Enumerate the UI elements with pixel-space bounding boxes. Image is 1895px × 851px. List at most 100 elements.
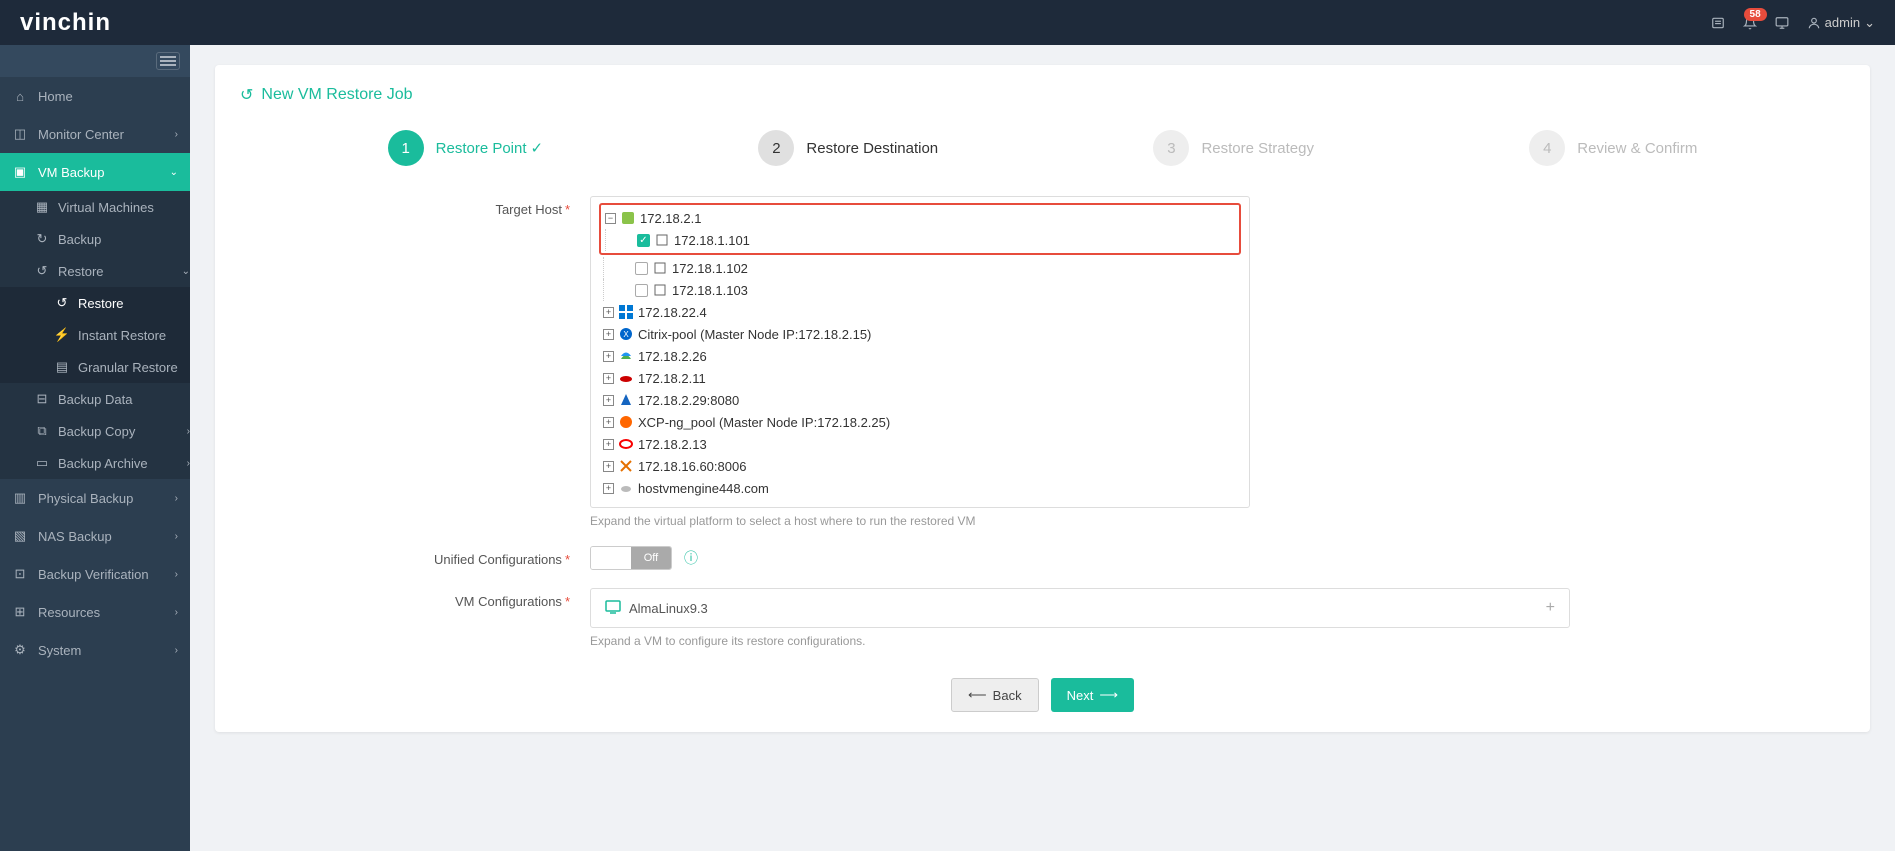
oracle-icon [618,437,634,451]
step-number: 3 [1153,130,1189,166]
node-label: 172.18.1.103 [672,283,748,298]
nav-backup[interactable]: ↻Backup [0,223,190,255]
citrix-icon: X [618,327,634,341]
row-vm-config: VM Configurations* AlmaLinux9.3 + Expand… [240,588,1845,648]
expand-icon[interactable]: + [603,395,614,406]
step-label: Review & Confirm [1577,140,1697,157]
row-unified-config: Unified Configurations* Off ⓘ [240,546,1845,570]
expand-icon[interactable]: + [603,483,614,494]
tree-connector [603,279,631,301]
tree-connector [605,229,633,251]
nav-home[interactable]: ⌂Home [0,77,190,115]
chevron-down-icon: ⌄ [170,167,178,178]
step-label: Restore Destination [806,140,938,157]
expand-icon[interactable]: + [603,373,614,384]
nav-resources[interactable]: ⊞Resources› [0,593,190,631]
nav-vm-backup[interactable]: ▣ VM Backup ⌄ [0,153,190,191]
tree-node[interactable]: +172.18.2.11 [603,367,1237,389]
chevron-right-icon: › [175,645,178,656]
vm-icon: ▣ [12,164,28,180]
vm-icon [605,600,621,617]
tree-node[interactable]: +172.18.2.26 [603,345,1237,367]
step-restore-point[interactable]: 1 Restore Point✓ [388,130,543,166]
expand-icon[interactable]: + [603,329,614,340]
tree-node[interactable]: +hostvmengine448.com [603,477,1237,499]
nav-restore[interactable]: ↺Restore⌄ [0,255,190,287]
expand-icon[interactable]: + [603,307,614,318]
main-content: ↺ New VM Restore Job 1 Restore Point✓ 2 … [190,45,1895,851]
checkbox-checked[interactable]: ✓ [637,234,650,247]
check-icon: ✓ [531,140,544,157]
chevron-right-icon: › [175,569,178,580]
nav-backup-copy[interactable]: ⧉Backup Copy› [0,415,190,447]
label-target-host: Target Host* [240,196,590,528]
nav-label: VM Backup [38,165,104,180]
notification-icon[interactable]: 58 [1743,16,1757,30]
chevron-right-icon: › [175,531,178,542]
tree-node[interactable]: + X Citrix-pool (Master Node IP:172.18.2.1… [603,323,1237,345]
tree-node[interactable]: +172.18.2.29:8080 [603,389,1237,411]
expand-icon[interactable]: + [603,351,614,362]
nav-physical-backup[interactable]: ▥Physical Backup› [0,479,190,517]
restore-icon: ↺ [240,85,253,105]
nav-restore-sub[interactable]: ↺Restore [0,287,190,319]
label-text: Unified Configurations [434,552,562,567]
top-header: vinchin 58 admin ⌄ [0,0,1895,45]
nav-label: Backup Archive [58,456,148,471]
tree-node-child[interactable]: ✓ 172.18.1.101 [605,229,1235,251]
checkbox[interactable] [635,284,648,297]
expand-icon[interactable]: + [603,461,614,472]
back-button[interactable]: ⟵ Back [951,678,1039,712]
expand-plus-icon[interactable]: + [1546,599,1555,617]
list-icon[interactable] [1711,16,1725,30]
restore-icon: ↺ [34,263,50,279]
check-icon: ⊡ [12,566,28,582]
tree-node[interactable]: +XCP-ng_pool (Master Node IP:172.18.2.25… [603,411,1237,433]
sidebar: ⌂Home ◫Monitor Center› ▣ VM Backup ⌄ ▦ Virt… [0,45,190,851]
nav-system[interactable]: ⚙System› [0,631,190,669]
username: admin [1825,15,1860,30]
title-text: New VM Restore Job [261,86,412,104]
user-menu[interactable]: admin ⌄ [1807,15,1875,31]
button-label: Back [993,688,1022,703]
chevron-down-icon: ⌄ [1864,15,1875,31]
tree-node-child[interactable]: 172.18.1.103 [603,279,1237,301]
step-restore-strategy[interactable]: 3 Restore Strategy [1153,130,1314,166]
nav-backup-verification[interactable]: ⊡Backup Verification› [0,555,190,593]
step-label: Restore Point✓ [436,139,543,157]
tree-node-child[interactable]: 172.18.1.102 [603,257,1237,279]
sidebar-toggle[interactable] [0,45,190,77]
page-title: ↺ New VM Restore Job [240,85,1845,105]
collapse-icon[interactable]: − [605,213,616,224]
node-label: Citrix-pool (Master Node IP:172.18.2.15) [638,327,871,342]
nav-instant-restore[interactable]: ⚡Instant Restore [0,319,190,351]
nav-backup-archive[interactable]: ▭Backup Archive› [0,447,190,479]
step-review-confirm[interactable]: 4 Review & Confirm [1529,130,1697,166]
tree-node[interactable]: +172.18.2.13 [603,433,1237,455]
expand-icon[interactable]: + [603,439,614,450]
tree-node[interactable]: +172.18.16.60:8006 [603,455,1237,477]
tree-node-root[interactable]: − 172.18.2.1 [605,207,1235,229]
info-icon[interactable]: ⓘ [684,548,698,568]
toggle-unified-config[interactable]: Off [590,546,672,570]
checkbox[interactable] [635,262,648,275]
tree-connector [603,257,631,279]
nav-nas-backup[interactable]: ▧NAS Backup› [0,517,190,555]
unified-config-control: Off ⓘ [590,546,1250,570]
stack-icon: ▦ [34,199,50,215]
nav-label: Backup Data [58,392,132,407]
nav-virtual-machines[interactable]: ▦ Virtual Machines [0,191,190,223]
home-icon: ⌂ [12,89,28,104]
step-restore-destination[interactable]: 2 Restore Destination [758,130,938,166]
tree-node[interactable]: +172.18.22.4 [603,301,1237,323]
nav-label: Virtual Machines [58,200,154,215]
required-mark: * [565,202,570,217]
nav-granular-restore[interactable]: ▤Granular Restore [0,351,190,383]
footer-buttons: ⟵ Back Next ⟶ [240,678,1845,712]
nav-backup-data[interactable]: ⊟Backup Data [0,383,190,415]
nav-monitor[interactable]: ◫Monitor Center› [0,115,190,153]
vm-config-item[interactable]: AlmaLinux9.3 + [590,588,1570,628]
expand-icon[interactable]: + [603,417,614,428]
monitor-icon[interactable] [1775,16,1789,30]
next-button[interactable]: Next ⟶ [1051,678,1134,712]
